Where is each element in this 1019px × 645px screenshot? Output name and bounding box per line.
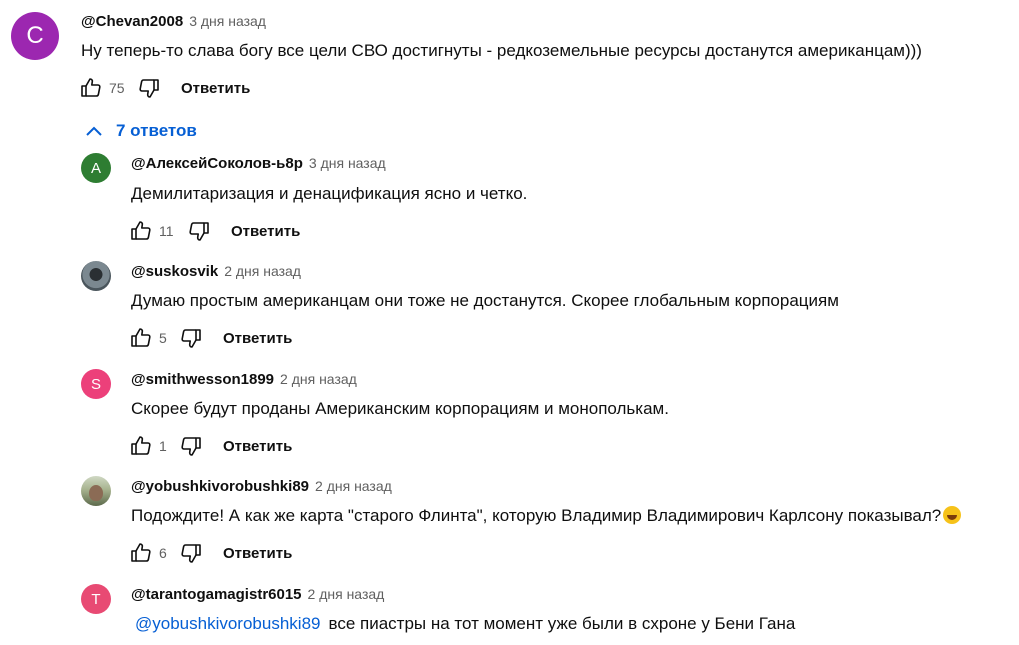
comment-header: @Chevan2008 3 дня назад xyxy=(81,13,266,31)
avatar[interactable] xyxy=(81,476,111,506)
thumb-up-icon xyxy=(131,543,151,562)
comment-header: @АлексейСоколов-ь8р 3 дня назад xyxy=(131,155,386,173)
like-button[interactable] xyxy=(77,74,105,102)
timestamp[interactable]: 2 дня назад xyxy=(308,586,385,602)
comment-text-body: Подождите! А как же карта "старого Флинт… xyxy=(131,506,942,525)
dislike-button[interactable] xyxy=(135,74,163,102)
author-name[interactable]: @suskosvik xyxy=(131,263,218,280)
dislike-button[interactable] xyxy=(177,539,205,567)
thumb-down-icon xyxy=(189,222,209,241)
avatar-photo-face xyxy=(89,485,103,501)
like-count: 5 xyxy=(159,330,167,346)
like-count: 1 xyxy=(159,438,167,454)
like-button[interactable] xyxy=(127,432,155,460)
comment-text: Ну теперь-то слава богу все цели СВО дос… xyxy=(81,41,922,60)
comment-actions: 6 Ответить xyxy=(127,539,292,567)
comment-actions: 5 Ответить xyxy=(127,324,292,352)
like-button[interactable] xyxy=(127,217,155,245)
like-count: 75 xyxy=(109,80,125,96)
thumb-down-icon xyxy=(181,437,201,456)
comment-text: Подождите! А как же карта "старого Флинт… xyxy=(131,506,962,526)
like-button[interactable] xyxy=(127,324,155,352)
comment-actions: 11 Ответить xyxy=(127,217,300,245)
avatar[interactable]: S xyxy=(81,369,111,399)
reply-button[interactable]: Ответить xyxy=(223,438,292,455)
comment-actions: 1 Ответить xyxy=(127,432,292,460)
avatar[interactable]: T xyxy=(81,584,111,614)
thumb-down-icon xyxy=(139,79,159,98)
thumb-up-icon xyxy=(81,78,101,97)
thumb-down-icon xyxy=(181,544,201,563)
dislike-button[interactable] xyxy=(177,432,205,460)
comment-text: Демилитаризация и денацификация ясно и ч… xyxy=(131,184,528,203)
dislike-button[interactable] xyxy=(177,324,205,352)
author-name[interactable]: @smithwesson1899 xyxy=(131,371,274,388)
comment-header: @smithwesson1899 2 дня назад xyxy=(131,371,357,389)
comment-header: @tarantogamagistr6015 2 дня назад xyxy=(131,586,384,604)
timestamp[interactable]: 3 дня назад xyxy=(309,155,386,171)
rofl-emoji-icon xyxy=(943,506,962,524)
avatar[interactable]: C xyxy=(11,12,59,60)
like-count: 11 xyxy=(159,223,174,239)
avatar[interactable] xyxy=(81,261,111,291)
timestamp[interactable]: 2 дня назад xyxy=(224,263,301,279)
thumb-up-icon xyxy=(131,328,151,347)
thumb-up-icon xyxy=(131,436,151,455)
reply-button[interactable]: Ответить xyxy=(223,545,292,562)
mention-link[interactable]: @yobushkivorobushki89 xyxy=(135,614,320,633)
reply-button[interactable]: Ответить xyxy=(223,330,292,347)
timestamp[interactable]: 2 дня назад xyxy=(315,478,392,494)
avatar[interactable]: A xyxy=(81,153,111,183)
comment-text: Скорее будут проданы Американским корпор… xyxy=(131,399,669,418)
comment-text: @yobushkivorobushki89 все пиастры на тот … xyxy=(135,614,795,634)
timestamp[interactable]: 3 дня назад xyxy=(189,13,266,29)
thumb-up-icon xyxy=(131,221,151,240)
author-name[interactable]: @yobushkivorobushki89 xyxy=(131,478,309,495)
replies-toggle-button[interactable]: 7 ответов xyxy=(84,118,197,144)
replies-count-label: 7 ответов xyxy=(116,121,197,140)
author-name[interactable]: @АлексейСоколов-ь8р xyxy=(131,155,303,172)
author-name[interactable]: @tarantogamagistr6015 xyxy=(131,586,302,603)
reply-button[interactable]: Ответить xyxy=(181,80,250,97)
reply-button[interactable]: Ответить xyxy=(231,223,300,240)
comment-text: Думаю простым американцам они тоже не до… xyxy=(131,291,839,310)
like-button[interactable] xyxy=(127,539,155,567)
author-name[interactable]: @Chevan2008 xyxy=(81,13,183,30)
comment-header: @yobushkivorobushki89 2 дня назад xyxy=(131,478,392,496)
thumb-down-icon xyxy=(181,329,201,348)
timestamp[interactable]: 2 дня назад xyxy=(280,371,357,387)
comment-text-body: все пиастры на тот момент уже были в схр… xyxy=(328,614,796,633)
comment-header: @suskosvik 2 дня назад xyxy=(131,263,301,281)
like-count: 6 xyxy=(159,545,167,561)
comment-actions: 75 Ответить xyxy=(77,74,250,102)
chevron-up-icon xyxy=(86,126,102,136)
dislike-button[interactable] xyxy=(185,217,213,245)
